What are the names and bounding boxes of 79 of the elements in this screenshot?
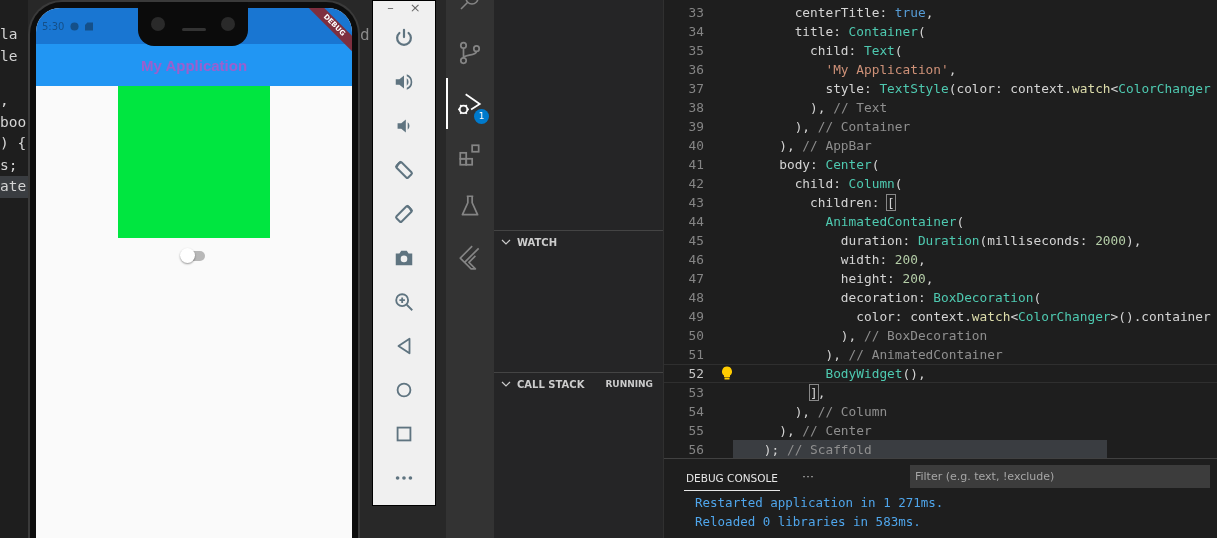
code-line: decoration: BoxDecoration( xyxy=(839,289,1042,307)
line-number: 40 xyxy=(687,138,704,153)
line-number: 53 xyxy=(687,385,704,400)
code-line: AnimatedContainer( xyxy=(824,213,965,231)
line-number: 56 xyxy=(687,442,704,457)
code-line: title: Container( xyxy=(793,23,926,41)
console-output-line: Reloaded 0 libraries in 583ms. xyxy=(695,513,922,531)
line-number: 55 xyxy=(687,423,704,438)
code-line: BodyWidget(), xyxy=(824,365,926,383)
rotate-icon[interactable] xyxy=(393,203,415,225)
more-button[interactable]: ··· xyxy=(797,469,818,483)
minimize-button[interactable]: – xyxy=(385,1,396,15)
code-line: body: Center( xyxy=(778,156,880,174)
line-number: 41 xyxy=(687,157,704,172)
code-line: ], xyxy=(809,384,826,402)
line-number: 51 xyxy=(687,347,704,362)
line-number: 42 xyxy=(687,176,704,191)
code-line: s; xyxy=(0,155,19,175)
code-line: ) { xyxy=(0,134,28,153)
filter-field[interactable]: Filter (e.g. text, !exclude) xyxy=(909,464,1210,488)
power-icon[interactable] xyxy=(393,27,415,49)
line-number: 36 xyxy=(687,62,704,77)
code-line: ), // Container xyxy=(793,118,911,136)
line-number: 34 xyxy=(687,24,704,39)
line-number: 47 xyxy=(687,271,704,286)
line-number: 44 xyxy=(687,214,704,229)
rotate-icon[interactable] xyxy=(393,159,415,181)
section-title: CALL STACK xyxy=(517,378,585,390)
console-output-line: Restarted application in 1 271ms. xyxy=(695,494,945,512)
code-line: style: TextStyle(color: context.watch<ColorChanger xyxy=(824,80,1211,98)
code-line: ), // BoxDecoration xyxy=(839,327,988,345)
code-line: ), // AnimatedContainer xyxy=(824,346,1003,364)
code-line: ), // Text xyxy=(809,99,888,117)
line-number: 54 xyxy=(687,404,704,419)
code-line: boo xyxy=(0,112,28,132)
code-fragment: d xyxy=(360,25,371,44)
line-number: 38 xyxy=(687,100,704,115)
line-number: 49 xyxy=(687,309,704,324)
extensions-icon xyxy=(457,141,483,168)
code-line: le xyxy=(0,46,19,66)
line-number: 46 xyxy=(687,252,704,267)
code-line: color: context.watch<ColorChanger>().container xyxy=(855,308,1211,326)
app-title: My Application xyxy=(140,56,248,74)
code-line: child: Text( xyxy=(809,42,903,60)
status-icon xyxy=(70,21,80,31)
code-line: child: Column( xyxy=(793,175,903,193)
code-line: centerTitle: true, xyxy=(793,4,934,22)
status-label: RUNNING xyxy=(605,379,653,389)
code-line: ), // Center xyxy=(778,422,872,440)
code-line: 'My Application', xyxy=(824,61,957,79)
source-control-icon xyxy=(457,39,483,66)
close-button[interactable]: × xyxy=(407,1,423,15)
line-number: 35 xyxy=(687,43,704,58)
section-header[interactable]: CALL STACK RUNNING xyxy=(494,373,663,395)
line-number: 37 xyxy=(687,81,704,96)
code-line: width: 200, xyxy=(839,251,926,269)
line-number: 33 xyxy=(687,5,704,20)
code-line: ), // Column xyxy=(793,403,888,421)
section-header[interactable]: WATCH xyxy=(494,231,663,253)
section-title: WATCH xyxy=(517,236,558,248)
code-line: height: 200, xyxy=(839,270,934,288)
code-line: , xyxy=(0,91,10,110)
zoom-in-icon[interactable] xyxy=(393,291,415,313)
code-line: duration: Duration(milliseconds: 2000), xyxy=(839,232,1142,250)
code-line: children: [ xyxy=(809,194,895,212)
code-line: ), // AppBar xyxy=(778,137,872,155)
status-time: 5:30 xyxy=(42,20,65,32)
lightbulb-icon[interactable] xyxy=(721,366,733,380)
sd-card-icon xyxy=(85,21,94,31)
line-number: 43 xyxy=(687,195,704,210)
toggle-switch[interactable] xyxy=(183,251,205,261)
code-line: la xyxy=(0,25,19,44)
line-number: 50 xyxy=(687,328,704,343)
line-number: 48 xyxy=(687,290,704,305)
line-number: 52 xyxy=(687,366,704,381)
line-number: 45 xyxy=(687,233,704,248)
panel-tab[interactable]: DEBUG CONSOLE xyxy=(684,463,780,491)
count-badge: 1 xyxy=(474,109,489,124)
line-number: 39 xyxy=(687,119,704,134)
